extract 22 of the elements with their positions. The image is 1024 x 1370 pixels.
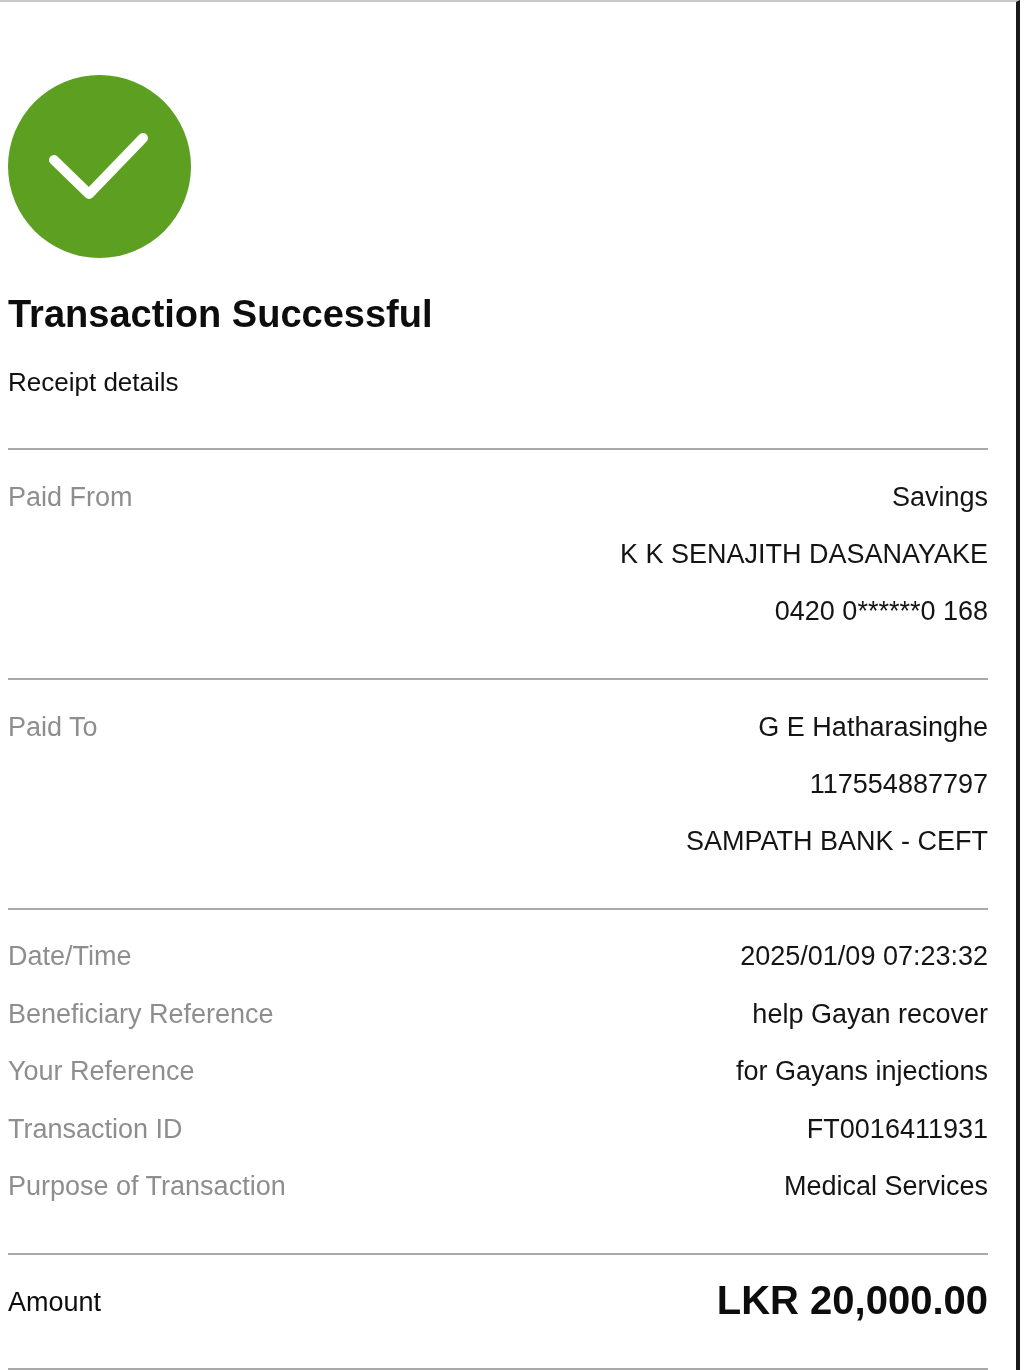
field-label: Transaction ID — [8, 1112, 183, 1146]
field-value: 0420 0******0 168 — [774, 595, 988, 628]
field-label: Paid To — [8, 711, 98, 744]
field-value: 2025/01/09 07:23:32 — [740, 940, 988, 974]
amount-value: LKR 20,000.00 — [716, 1277, 988, 1325]
field-value: 117554887797 — [809, 768, 988, 801]
field-value: G E Hatharasinghe — [758, 711, 988, 744]
field-label: Date/Time — [8, 940, 132, 974]
field-value: Medical Services — [783, 1170, 988, 1204]
field-label: Paid From — [8, 481, 133, 514]
field-value: K K SENAJITH DASANAYAKE — [619, 538, 988, 571]
status-title: Transaction Successful — [8, 292, 433, 337]
field-label: Beneficiary Reference — [8, 997, 274, 1031]
field-value: for Gayans injections — [735, 1055, 988, 1089]
field-value: help Gayan recover — [752, 997, 988, 1031]
field-label: Purpose of Transaction — [8, 1170, 286, 1204]
amount-label: Amount — [8, 1286, 102, 1320]
field-value: FT0016411931 — [806, 1112, 988, 1146]
field-label: Your Reference — [8, 1055, 195, 1089]
field-value: SAMPATH BANK - CEFT — [685, 825, 988, 858]
field-value: Savings — [891, 481, 988, 514]
receipt-subtitle: Receipt details — [8, 366, 179, 398]
